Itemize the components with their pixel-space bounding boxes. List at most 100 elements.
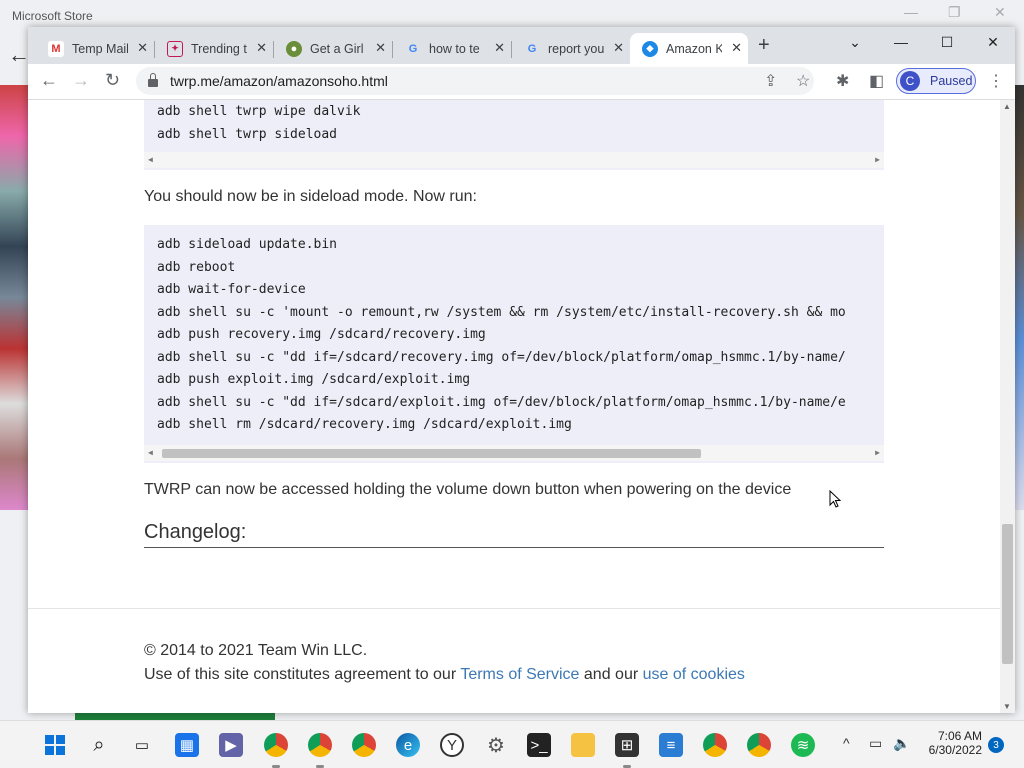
volume-icon[interactable]: 🔈 [893,735,910,752]
tab-title: Trending t [191,41,247,56]
store-back-icon[interactable]: ← [8,42,30,68]
scroll-up-icon[interactable]: ▲ [1003,102,1011,111]
vertical-scrollbar[interactable]: ▲ ▼ [1000,100,1015,713]
store-footer-bar [75,712,275,720]
forward-icon[interactable]: → [72,70,90,91]
profile-button[interactable]: C Paused [896,68,976,94]
code-line: adb shell su -c "dd if=/sdcard/recovery.… [157,350,846,365]
maximize-icon[interactable]: ☐ [924,27,970,57]
profile-status: Paused [930,74,973,88]
google-icon: G [408,42,418,55]
chrome-icon[interactable] [264,733,288,757]
code-line: adb push recovery.img /sdcard/recovery.i… [157,327,486,342]
back-icon[interactable]: ← [40,70,58,91]
clock-time: 7:06 AM [937,729,982,743]
code-line: adb shell su -c "dd if=/sdcard/exploit.i… [157,395,846,410]
scroll-right-icon[interactable]: ▶ [875,155,880,164]
reload-icon[interactable]: ↻ [105,70,120,91]
chrome-profile-icon[interactable] [352,733,376,757]
terms-of-service-link[interactable]: Terms of Service [460,666,579,683]
tab-title: report you [548,41,604,56]
horizontal-scrollbar[interactable]: ◀ ▶ [144,152,884,168]
tab-how-to[interactable]: G how to te ✕ [393,33,511,64]
paragraph-access: TWRP can now be accessed holding the vol… [144,481,792,498]
lock-icon[interactable] [148,73,158,87]
scroll-right-icon[interactable]: ▶ [875,448,880,457]
chrome-profile-icon[interactable] [703,733,727,757]
scrollbar-thumb[interactable] [162,449,701,458]
tab-get-a-girl[interactable]: ● Get a Girl ✕ [274,33,392,64]
scroll-left-icon[interactable]: ◀ [148,448,153,457]
code-block: adb shell twrp wipe dalvik adb shell twr… [144,100,884,170]
tab-report[interactable]: G report you ✕ [512,33,630,64]
network-icon[interactable]: ▭ [869,735,882,752]
tab-search-icon[interactable]: ⌄ [832,27,878,57]
close-tab-icon[interactable]: ✕ [731,40,742,56]
search-icon[interactable]: ⌕ [87,733,111,757]
extensions-icon[interactable]: ✱ [836,71,849,91]
changelog-heading: Changelog: [144,521,247,543]
chat-icon[interactable]: ▶ [219,733,243,757]
tab-title: how to te [429,41,480,56]
store-title: Microsoft Store [12,9,93,23]
url-text[interactable]: twrp.me/amazon/amazonsoho.html [170,73,388,89]
horizontal-scrollbar[interactable]: ◀ ▶ [144,445,884,461]
notepad-icon[interactable]: ≡ [659,733,683,757]
close-tab-icon[interactable]: ✕ [256,40,267,56]
terminal-icon[interactable]: >_ [527,733,551,757]
store-icon[interactable]: ⊞ [615,733,639,757]
use-of-cookies-link[interactable]: use of cookies [643,666,745,683]
google-icon: G [527,42,537,55]
settings-gear-icon[interactable]: ⚙ [484,733,508,757]
close-tab-icon[interactable]: ✕ [494,40,505,56]
taskbar: ⌕ ▭ ▦ ▶ e Y ⚙ >_ ⊞ ≡ ≋ ^ ▭ 🔈 7:06 AM 6/3… [0,720,1024,768]
widgets-icon[interactable]: ▦ [175,733,199,757]
edge-icon[interactable]: e [396,733,420,757]
store-content-strip-right [1014,85,1024,510]
footer-divider [28,608,1000,609]
tab-trending[interactable]: ✦ Trending t ✕ [155,33,273,64]
close-window-icon[interactable]: ✕ [970,27,1016,57]
chrome-profile-icon[interactable] [308,733,332,757]
taskbar-clock[interactable]: 7:06 AM 6/30/2022 [922,729,982,757]
task-view-icon[interactable]: ▭ [130,733,154,757]
store-maximize-icon[interactable]: ❐ [948,4,961,21]
agreement-text: Use of this site constitutes agreement t… [144,666,457,683]
browser-toolbar: ← → ↻ twrp.me/amazon/amazonsoho.html ⇪ ☆… [28,64,1015,100]
scroll-down-icon[interactable]: ▼ [1003,702,1011,711]
spotify-icon[interactable]: ≋ [791,733,815,757]
tab-amazon[interactable]: ◆ Amazon K ✕ [630,33,748,64]
and-text: and our [583,666,639,683]
side-panel-icon[interactable]: ◧ [869,71,884,91]
start-icon[interactable] [43,733,67,757]
file-explorer-icon[interactable] [571,733,595,757]
scroll-left-icon[interactable]: ◀ [148,155,153,164]
store-minimize-icon[interactable]: — [904,4,918,20]
tab-strip: M Temp Mail ✕ ✦ Trending t ✕ ● Get a Gir… [28,27,1015,64]
menu-icon[interactable]: ⋮ [988,71,1004,91]
mouse-cursor-icon [829,490,841,508]
minimize-icon[interactable]: — [878,27,924,57]
chrome-profile-icon[interactable] [747,733,771,757]
scrollbar-thumb[interactable] [1002,524,1013,664]
address-bar[interactable]: twrp.me/amazon/amazonsoho.html ⇪ ☆ [136,67,814,95]
code-line: adb shell su -c 'mount -o remount,rw /sy… [157,305,846,320]
store-close-icon[interactable]: ✕ [994,4,1006,21]
twrp-icon: ◆ [642,40,658,57]
browser-window: M Temp Mail ✕ ✦ Trending t ✕ ● Get a Gir… [28,27,1015,713]
share-icon[interactable]: ⇪ [764,71,777,91]
close-tab-icon[interactable]: ✕ [375,40,386,56]
new-tab-icon[interactable]: + [758,34,770,57]
tab-temp-mail[interactable]: M Temp Mail ✕ [36,33,154,64]
close-tab-icon[interactable]: ✕ [137,40,148,56]
close-tab-icon[interactable]: ✕ [613,40,624,56]
clock-app-icon[interactable]: Y [440,733,464,757]
gmail-icon: M [48,40,64,57]
code-line: adb shell rm /sdcard/recovery.img /sdcar… [157,417,572,432]
heading-divider [144,547,884,548]
code-block: adb sideload update.bin adb reboot adb w… [144,225,884,463]
bookmark-star-icon[interactable]: ☆ [796,71,810,91]
notification-badge[interactable]: 3 [988,737,1004,753]
code-line: adb sideload update.bin [157,237,338,252]
show-hidden-icons-icon[interactable]: ^ [843,735,850,751]
